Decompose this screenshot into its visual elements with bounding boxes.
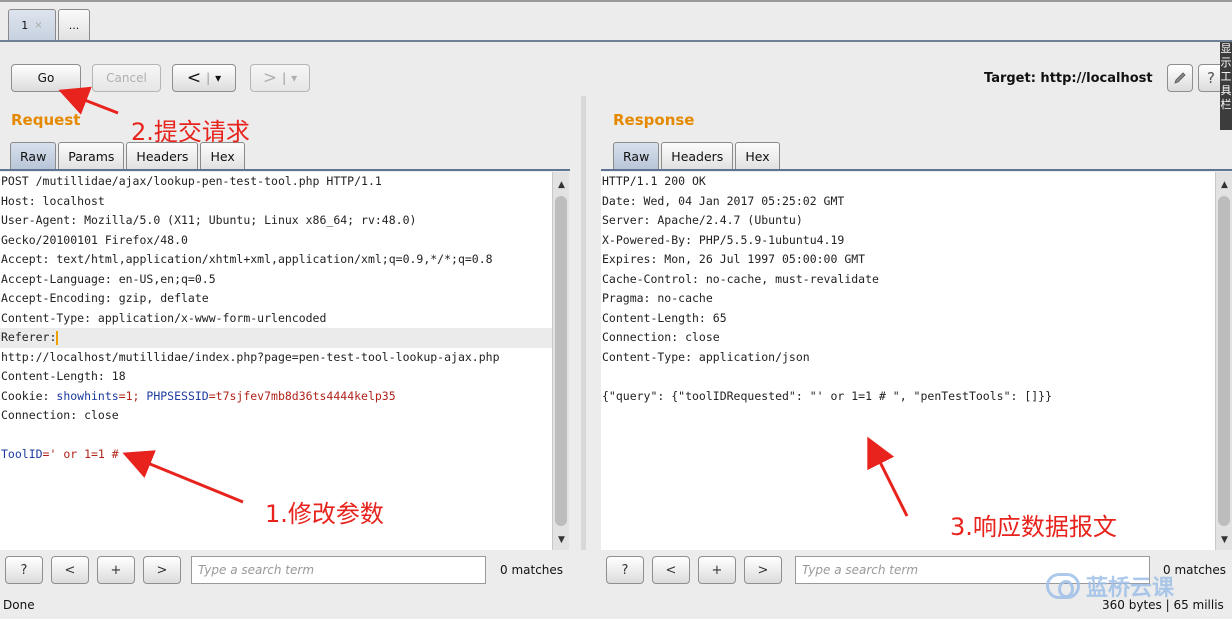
tab-request-params[interactable]: Params	[58, 142, 125, 170]
search-help-button[interactable]: ?	[606, 556, 644, 584]
chevron-down-icon[interactable]: ▾	[215, 71, 221, 85]
scroll-up-icon[interactable]: ▲	[1216, 177, 1232, 193]
request-line: Host: localhost	[1, 193, 105, 208]
cookie-value: =1;	[118, 388, 147, 403]
request-line: Accept-Language: en-US,en;q=0.5	[1, 271, 216, 286]
forward-arrow-icon: >	[262, 68, 278, 88]
go-button-label: Go	[37, 71, 55, 85]
request-line: Connection: close	[1, 408, 119, 422]
param-key: ToolID	[1, 447, 43, 461]
separator: |	[282, 71, 287, 85]
annotation-response: 3.响应数据报文	[950, 513, 1117, 541]
back-button[interactable]: < | ▾	[172, 64, 236, 92]
search-next-button[interactable]: >	[143, 556, 181, 584]
close-icon[interactable]: ×	[34, 20, 42, 31]
annotation-submit: 2.提交请求	[131, 118, 250, 146]
response-line: X-Powered-By: PHP/5.5.9-1ubuntu4.19	[602, 232, 845, 247]
cookie-value: =t7sjfev7mb8d36ts4444kelp35	[208, 388, 396, 403]
response-line: Expires: Mon, 26 Jul 1997 05:00:00 GMT	[602, 252, 866, 266]
request-line: User-Agent: Mozilla/5.0 (X11; Ubuntu; Li…	[1, 213, 417, 227]
tab-response-raw[interactable]: Raw	[613, 142, 660, 170]
request-search-input[interactable]: Type a search term	[191, 556, 486, 584]
request-title: Request	[11, 111, 81, 129]
request-line: Accept: text/html,application/xhtml+xml,…	[1, 252, 493, 266]
show-toolbar-strip[interactable]: 显示工具栏	[1220, 42, 1232, 130]
watermark-text: 蓝桥云课	[1086, 576, 1175, 601]
watermark-logo: 蓝桥云课	[1046, 570, 1174, 602]
response-tabs-underline	[601, 169, 1232, 171]
chevron-down-icon[interactable]: ▾	[291, 71, 297, 85]
tab-response-headers[interactable]: Headers	[661, 142, 734, 170]
tab-strip: 1 × ...	[0, 0, 1232, 42]
request-line-current: Referer:	[0, 328, 552, 348]
referer-text: Referer:	[1, 330, 57, 344]
response-tabs: Raw Headers Hex	[613, 142, 782, 170]
cookie-key: PHPSESSID	[146, 388, 209, 403]
response-line	[601, 367, 1215, 387]
request-line: http://localhost/mutillidae/index.php?pa…	[1, 349, 500, 364]
pencil-icon[interactable]	[1167, 64, 1193, 92]
scroll-down-icon[interactable]: ▼	[1216, 532, 1232, 548]
response-line: Content-Type: application/json	[602, 349, 810, 364]
search-prev-button[interactable]: <	[51, 556, 89, 584]
response-title: Response	[613, 111, 695, 129]
tab-more[interactable]: ...	[58, 9, 90, 40]
tab-more-label: ...	[68, 18, 80, 32]
scroll-up-icon[interactable]: ▲	[553, 177, 570, 193]
tab-response-hex[interactable]: Hex	[735, 142, 780, 170]
param-value: =' or 1=1 #	[42, 447, 119, 461]
response-scrollbar[interactable]: ▲ ▼	[1215, 172, 1232, 550]
response-line: Server: Apache/2.4.7 (Ubuntu)	[602, 213, 803, 227]
request-tabs-underline	[0, 169, 570, 171]
body-line: ToolID=' or 1=1 #	[0, 445, 552, 465]
scroll-down-icon[interactable]: ▼	[553, 532, 570, 548]
back-arrow-icon: <	[186, 68, 202, 88]
request-line: Content-Type: application/x-www-form-url…	[1, 310, 327, 325]
response-line: HTTP/1.1 200 OK	[602, 174, 706, 188]
scroll-thumb[interactable]	[1218, 196, 1230, 526]
cancel-button[interactable]: Cancel	[92, 64, 161, 92]
search-add-button[interactable]: +	[698, 556, 736, 584]
request-scrollbar[interactable]: ▲ ▼	[552, 172, 569, 550]
tab-strip-underline	[0, 40, 1232, 42]
text-caret	[56, 330, 59, 345]
request-line: Content-Length: 18	[1, 369, 126, 383]
request-line: POST /mutillidae/ajax/lookup-pen-test-to…	[1, 174, 382, 188]
search-add-button[interactable]: +	[97, 556, 135, 584]
response-line: Pragma: no-cache	[602, 291, 713, 305]
separator: |	[206, 71, 211, 85]
response-json-line: {"query": {"toolIDRequested": "' or 1=1 …	[602, 388, 1053, 403]
cancel-button-label: Cancel	[106, 71, 147, 85]
split-pane-divider[interactable]	[581, 96, 586, 550]
cookie-prefix: Cookie:	[1, 388, 57, 403]
request-match-count: 0 matches	[500, 563, 564, 577]
response-editor[interactable]: HTTP/1.1 200 OK Date: Wed, 04 Jan 2017 0…	[601, 172, 1215, 550]
arrow-submit	[58, 86, 119, 115]
search-next-button[interactable]: >	[744, 556, 782, 584]
tab-request-raw[interactable]: Raw	[10, 142, 57, 170]
help-icon-glyph: ?	[1207, 69, 1215, 87]
go-button[interactable]: Go	[11, 64, 81, 92]
response-line: Date: Wed, 04 Jan 2017 05:25:02 GMT	[602, 193, 845, 208]
response-line: Connection: close	[602, 330, 720, 344]
cloud-logo-icon	[1046, 573, 1080, 599]
annotation-modify: 1.修改参数	[265, 500, 384, 528]
request-line: Gecko/20100101 Firefox/48.0	[1, 232, 188, 247]
request-line: Accept-Encoding: gzip, deflate	[1, 291, 209, 305]
tab-1-label: 1	[21, 18, 29, 32]
search-prev-button[interactable]: <	[652, 556, 690, 584]
search-help-button[interactable]: ?	[5, 556, 43, 584]
response-line: Cache-Control: no-cache, must-revalidate	[602, 271, 879, 286]
scroll-thumb[interactable]	[555, 196, 567, 526]
forward-button[interactable]: > | ▾	[250, 64, 310, 92]
cookie-key: showhints	[56, 388, 119, 403]
response-line: Content-Length: 65	[602, 310, 727, 325]
tab-1[interactable]: 1 ×	[8, 9, 56, 40]
cookie-line: Cookie: showhints=1; PHPSESSID=t7sjfev7m…	[0, 387, 552, 407]
target-label: Target: http://localhost	[984, 71, 1153, 86]
status-text: Done	[3, 598, 35, 612]
